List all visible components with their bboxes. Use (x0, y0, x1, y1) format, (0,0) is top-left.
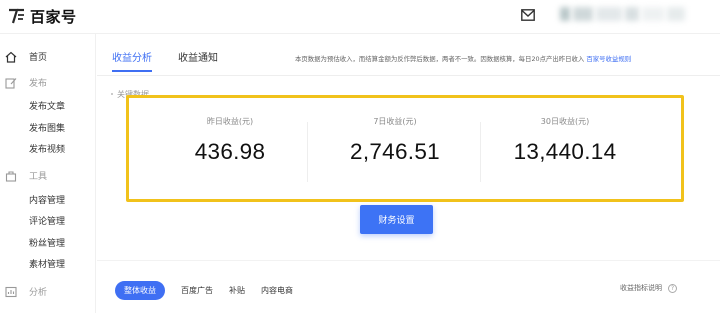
home-icon (5, 51, 17, 63)
subtab-content-ecommerce[interactable]: 内容电商 (261, 285, 293, 296)
stat-yesterday: 昨日收益(元) 436.98 (144, 116, 316, 165)
tab-divider (97, 75, 720, 76)
tab-revenue-notice[interactable]: 收益通知 (178, 49, 218, 72)
brand-name: 百家号 (30, 7, 77, 26)
sidebar: 首页 发布 发布文章 发布图集 发布视频 工具 内容管理 评论管理 粉丝管理 素… (0, 34, 96, 313)
sidebar-item-label: 内容管理 (29, 196, 66, 206)
sidebar-section-label: 工具 (29, 172, 48, 182)
subtab-subsidy[interactable]: 补贴 (229, 285, 245, 296)
revenue-metrics-help[interactable]: 收益指标说明 ? (620, 283, 677, 293)
finance-settings-button[interactable]: 财务设置 (360, 205, 433, 234)
stat-label: 7日收益(元) (373, 117, 417, 126)
sidebar-item-publish-video[interactable]: 发布视频 (0, 138, 96, 159)
stat-30-day: 30日收益(元) 13,440.14 (479, 116, 651, 165)
stat-label: 昨日收益(元) (206, 117, 254, 126)
analytics-icon (5, 286, 17, 297)
sidebar-item-label: 发布图集 (29, 124, 66, 134)
section-divider (97, 260, 720, 261)
account-info-blurred[interactable] (560, 4, 710, 24)
revenue-rules-link[interactable]: 百家号收益规则 (586, 55, 631, 63)
sidebar-item-label: 发布文章 (29, 102, 66, 112)
sidebar-item-content-management[interactable]: 内容管理 (0, 189, 96, 210)
subtab-overall-revenue[interactable]: 整体收益 (115, 281, 165, 300)
edit-icon (5, 77, 17, 89)
stat-divider (307, 122, 308, 182)
question-icon: ? (668, 283, 677, 293)
sidebar-section-tools: 工具 (0, 165, 96, 186)
sidebar-item-label: 素材管理 (29, 260, 66, 270)
stat-value: 2,746.51 (350, 139, 440, 164)
stat-value: 436.98 (194, 139, 266, 164)
subtab-baidu-ads[interactable]: 百度广告 (181, 285, 213, 296)
toolbox-icon (5, 170, 17, 182)
sidebar-item-fan-management[interactable]: 粉丝管理 (0, 232, 96, 253)
notice-text: 本页数据为预估收入，而结算金额为反作弊后数据，两者不一致。因数据核算，每日20点… (295, 55, 585, 63)
brand-logo[interactable]: 百家号 (8, 6, 77, 26)
main-tabs: 收益分析 收益通知 (112, 49, 218, 72)
sidebar-section-publish: 发布 (0, 72, 96, 93)
revenue-notice-text: 本页数据为预估收入，而结算金额为反作弊后数据，两者不一致。因数据核算，每日20点… (295, 54, 631, 63)
baijiahao-logo-icon (9, 8, 24, 24)
sidebar-item-label: 粉丝管理 (29, 239, 66, 249)
tab-revenue-analysis[interactable]: 收益分析 (112, 49, 152, 72)
sidebar-item-publish-article[interactable]: 发布文章 (0, 95, 96, 116)
sidebar-item-home[interactable]: 首页 (0, 46, 96, 67)
top-bar: 百家号 (0, 0, 720, 34)
stat-7-day: 7日收益(元) 2,746.51 (309, 116, 481, 165)
help-label: 收益指标说明 (620, 284, 662, 292)
revenue-subtabs: 整体收益 百度广告 补贴 内容电商 (115, 281, 293, 300)
sidebar-section-label: 发布 (29, 79, 48, 89)
sidebar-item-label: 首页 (29, 53, 48, 63)
sidebar-item-label: 发布视频 (29, 145, 66, 155)
sidebar-item-label: 评论管理 (29, 217, 66, 227)
sidebar-item-label: 分析 (29, 288, 48, 298)
stat-value: 13,440.14 (513, 139, 617, 164)
sidebar-item-comment-management[interactable]: 评论管理 (0, 210, 96, 231)
sidebar-item-analysis[interactable]: 分析 (0, 281, 96, 302)
mail-icon[interactable] (521, 9, 535, 21)
main-content: 收益分析 收益通知 本页数据为预估收入，而结算金额为反作弊后数据，两者不一致。因… (97, 34, 720, 313)
sidebar-item-publish-gallery[interactable]: 发布图集 (0, 117, 96, 138)
stat-label: 30日收益(元) (540, 117, 590, 126)
sidebar-item-material-management[interactable]: 素材管理 (0, 253, 96, 274)
